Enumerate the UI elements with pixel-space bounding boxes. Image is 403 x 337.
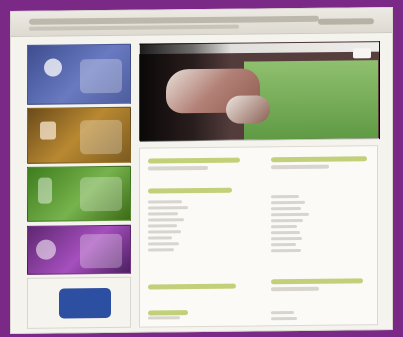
nav-tile-2[interactable] (27, 106, 131, 164)
text-line (148, 218, 184, 222)
text-line (271, 230, 300, 235)
text-line (271, 248, 301, 253)
section-title (148, 283, 236, 290)
main-content (139, 145, 378, 328)
text-line (271, 194, 299, 199)
text-line (271, 243, 296, 247)
text-line (148, 206, 188, 210)
section-title (148, 157, 240, 164)
nav-tile-image (80, 119, 122, 155)
text-line (271, 164, 329, 170)
text-line (271, 218, 303, 223)
toolbar (29, 24, 239, 31)
section-title (271, 156, 367, 163)
text-line (271, 311, 294, 315)
hero-badge (353, 48, 371, 59)
text-line (271, 224, 297, 229)
nav-tile-4[interactable] (27, 224, 131, 275)
content-column-right (261, 146, 379, 325)
nav-tile-image (80, 58, 122, 94)
text-line (271, 212, 309, 217)
text-line (148, 230, 181, 234)
text-line (148, 242, 179, 246)
left-navigation (27, 43, 131, 329)
section-title (148, 310, 188, 316)
helmet-icon (36, 239, 56, 260)
jersey-icon (59, 287, 111, 319)
ball-icon (38, 177, 52, 204)
content-column-left (140, 147, 258, 326)
text-line (148, 248, 174, 252)
nav-tile-1[interactable] (27, 43, 131, 105)
text-line (148, 236, 172, 240)
text-line (271, 286, 319, 292)
section-title (148, 187, 232, 194)
text-line (271, 200, 305, 205)
text-line (271, 316, 297, 321)
text-line (148, 316, 180, 320)
nav-tile-3[interactable] (27, 165, 131, 222)
nav-tile-5[interactable] (27, 276, 131, 329)
text-line (148, 224, 177, 228)
section-title (271, 278, 363, 285)
browser-chrome (11, 8, 392, 37)
trophy-icon (40, 121, 56, 140)
hero-athlete-secondary (226, 95, 270, 124)
address-bar[interactable] (29, 15, 319, 25)
hero-banner (139, 41, 380, 142)
sports-icon (44, 58, 62, 77)
text-line (148, 212, 178, 216)
text-line (148, 200, 182, 204)
text-line (148, 165, 208, 171)
text-line (271, 236, 302, 241)
browser-controls[interactable] (318, 18, 374, 25)
screenshot-frame (10, 6, 393, 335)
nav-tile-image (80, 176, 122, 212)
nav-tile-image (80, 233, 122, 269)
text-line (271, 206, 301, 211)
